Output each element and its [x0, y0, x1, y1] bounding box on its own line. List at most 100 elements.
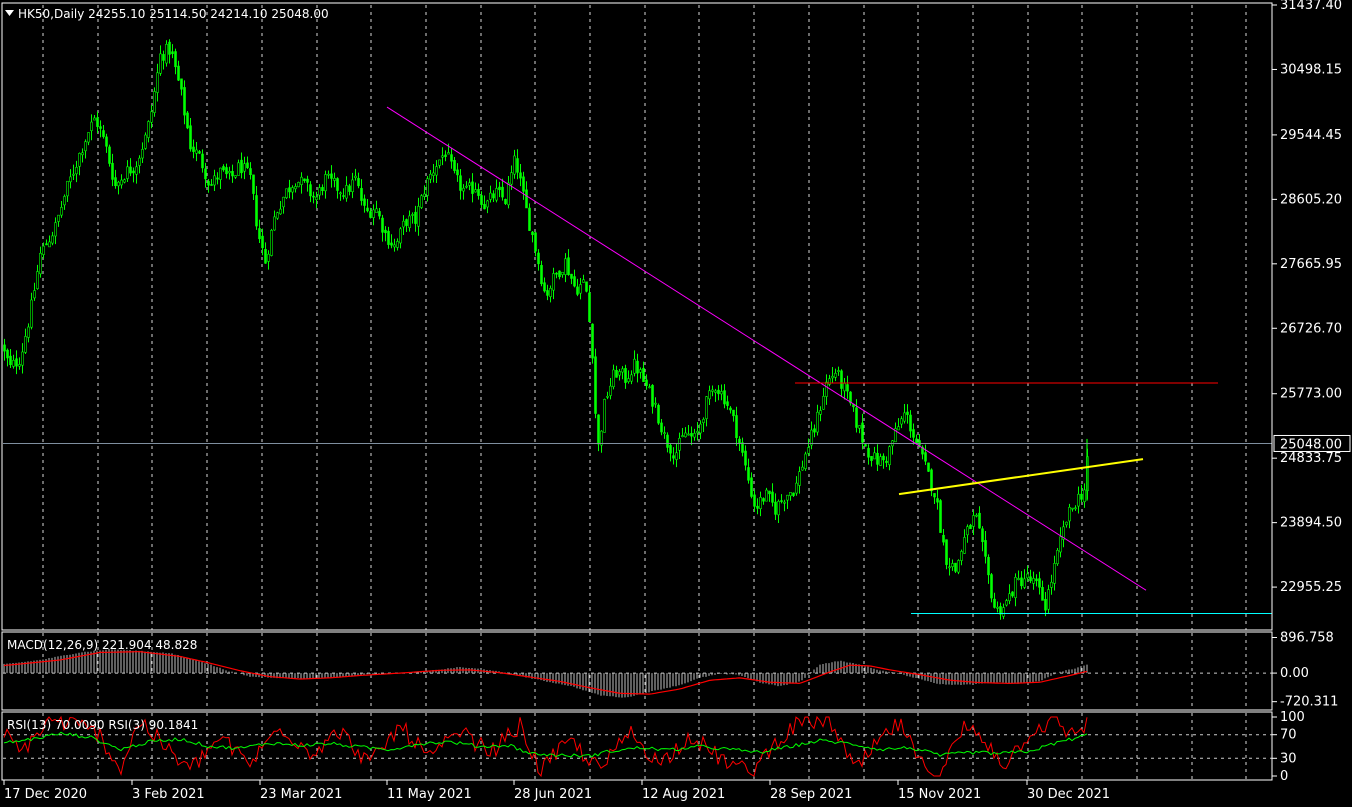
candle-body: [180, 78, 183, 90]
candle-body: [324, 174, 327, 192]
candle-body: [666, 434, 669, 448]
trendline: [386, 106, 1147, 591]
candle-body: [861, 422, 864, 443]
candle-body: [267, 253, 270, 262]
candle-body: [831, 375, 834, 379]
candle-body: [174, 51, 177, 68]
candle-body: [912, 429, 915, 438]
candle-body: [555, 272, 558, 275]
candle-body: [1035, 578, 1038, 582]
candle-body: [711, 389, 714, 392]
candle-body: [786, 494, 789, 501]
candle-body: [432, 172, 435, 176]
candle-body: [369, 211, 372, 218]
candle-body: [1080, 493, 1083, 500]
candle-body: [363, 198, 366, 206]
candle-body: [96, 117, 99, 127]
candle-body: [255, 195, 258, 227]
candle-body: [708, 390, 711, 400]
candle-body: [930, 469, 933, 492]
candle-body: [792, 492, 795, 496]
candle-body: [168, 41, 171, 55]
candle-body: [417, 206, 420, 227]
candle-body: [678, 437, 681, 451]
candle-body: [738, 438, 741, 444]
candle-body: [243, 163, 246, 172]
candle-body: [114, 177, 117, 187]
candle-body: [537, 252, 540, 265]
candle-body: [390, 242, 393, 246]
candle-body: [741, 442, 744, 453]
candle-body: [588, 292, 591, 322]
candle-body: [966, 526, 969, 536]
candle-body: [507, 182, 510, 206]
candle-body: [366, 207, 369, 212]
candle-body: [789, 492, 792, 497]
candle-body: [936, 498, 939, 503]
candle-body: [645, 379, 648, 386]
candle-body: [636, 360, 639, 374]
candle-body: [435, 166, 438, 176]
candle-body: [354, 175, 357, 178]
candle-body: [873, 452, 876, 460]
candle-body: [411, 214, 414, 216]
candle-body: [339, 192, 342, 195]
candle-body: [216, 177, 219, 180]
candle-body: [777, 500, 780, 516]
candle-body: [60, 207, 63, 216]
candle-body: [1023, 578, 1026, 588]
x-tick-label: 28 Sep 2021: [770, 787, 852, 802]
candle-body: [258, 228, 261, 240]
candle-body: [549, 287, 552, 297]
candle-body: [582, 279, 585, 283]
candle-body: [651, 384, 654, 407]
candle-body: [570, 273, 573, 279]
candle-body: [231, 171, 234, 177]
candle-body: [687, 433, 690, 436]
x-tick-label: 17 Dec 2020: [4, 787, 87, 802]
candle-body: [51, 235, 54, 244]
trendlines[interactable]: [386, 106, 1272, 615]
candle-body: [393, 244, 396, 248]
candle-body: [897, 426, 900, 431]
candle-body: [165, 44, 168, 64]
candle-body: [1011, 591, 1014, 597]
candle-body: [840, 370, 843, 389]
candle-body: [99, 126, 102, 129]
candle-body: [342, 195, 345, 197]
candle-body: [1083, 489, 1086, 503]
rsi13-line: [3, 731, 1088, 758]
x-tick-label: 28 Jun 2021: [514, 787, 592, 802]
candle-body: [864, 444, 867, 447]
candle-body: [915, 438, 918, 444]
candle-body: [780, 500, 783, 502]
candle-body: [402, 220, 405, 228]
candle-body: [336, 178, 339, 191]
candle-body: [939, 500, 942, 533]
candle-body: [978, 512, 981, 529]
candle-body: [1038, 578, 1041, 588]
candle-body: [462, 187, 465, 192]
candle-body: [318, 187, 321, 196]
candle-body: [765, 489, 768, 502]
candle-body: [858, 425, 861, 429]
candle-body: [885, 460, 888, 463]
candle-body: [552, 273, 555, 291]
candle-body: [456, 169, 459, 176]
candle-body: [1008, 593, 1011, 602]
trading-chart[interactable]: 31437.40 30498.15 29544.45 28605.20 27665.95…: [0, 0, 1352, 807]
candle-body: [360, 188, 363, 201]
candle-body: [450, 154, 453, 162]
candle-body: [606, 396, 609, 398]
candle-body: [633, 358, 636, 374]
candle-body: [648, 386, 651, 389]
chart-menu-triangle-icon[interactable]: [5, 10, 14, 16]
x-tick-label: 23 Mar 2021: [260, 787, 342, 802]
candle-body: [48, 241, 51, 248]
candle-body: [333, 178, 336, 181]
candle-body: [276, 212, 279, 219]
candle-body: [702, 419, 705, 423]
candle-body: [705, 396, 708, 419]
candle-body: [630, 374, 633, 382]
candle-body: [264, 248, 267, 264]
